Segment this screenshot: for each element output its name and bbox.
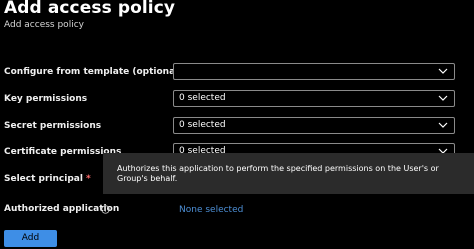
info-tooltip: Authorizes this application to perform t… xyxy=(103,153,474,194)
secret-permissions-value: 0 selected xyxy=(179,120,226,130)
key-permissions-value: 0 selected xyxy=(179,93,226,103)
chevron-down-icon xyxy=(438,122,448,128)
page-title: Add access policy xyxy=(4,0,176,18)
page-subtitle: Add access policy xyxy=(4,20,84,30)
authorized-application-link[interactable]: None selected xyxy=(179,205,243,215)
chevron-down-icon xyxy=(438,68,448,74)
add-button[interactable]: Add xyxy=(4,230,57,247)
select-principal-label-text: Select principal xyxy=(4,174,83,184)
key-permissions-label: Key permissions xyxy=(4,94,88,104)
required-marker: * xyxy=(85,174,91,184)
chevron-down-icon xyxy=(438,95,448,101)
template-dropdown[interactable] xyxy=(173,63,455,80)
template-label: Configure from template (optional) xyxy=(4,67,183,77)
key-permissions-dropdown[interactable]: 0 selected xyxy=(173,90,455,107)
secret-permissions-label: Secret permissions xyxy=(4,121,102,131)
secret-permissions-dropdown[interactable]: 0 selected xyxy=(173,117,455,134)
select-principal-label: Select principal * xyxy=(4,174,91,184)
info-icon[interactable] xyxy=(101,205,110,214)
